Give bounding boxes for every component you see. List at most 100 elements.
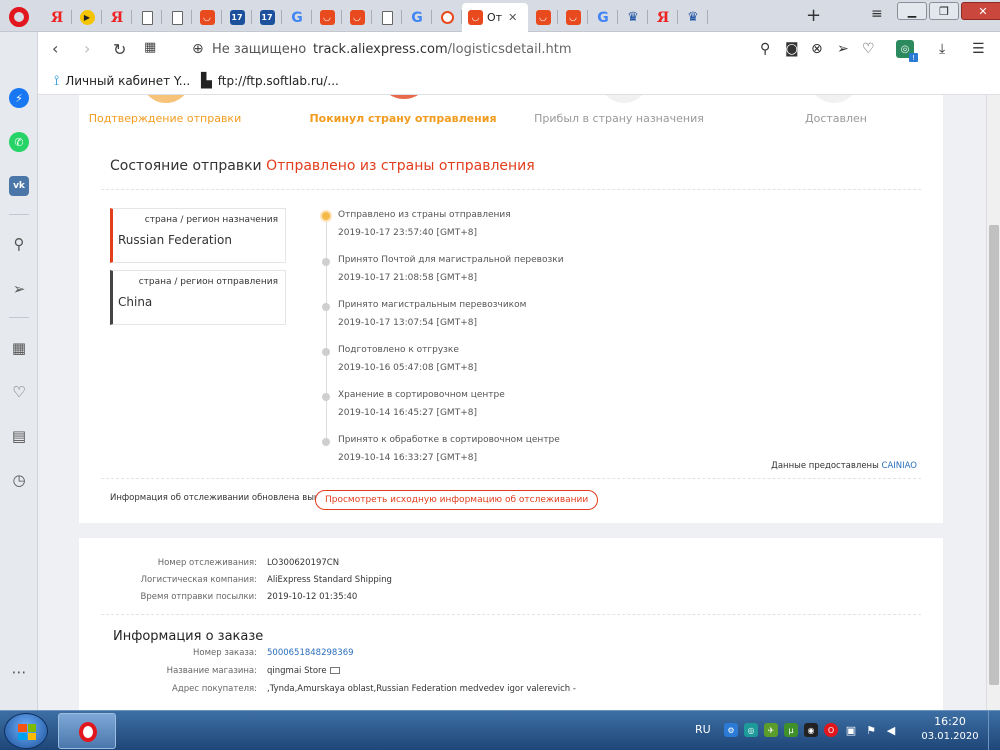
calendar-17-icon: 17 [259,10,275,25]
buyer-address-value: ,Tynda,Amurskaya oblast,Russian Federati… [267,684,576,694]
updater-icon[interactable]: ◎ [744,723,758,737]
browser-tab[interactable]: ◡ [528,3,558,32]
volume-icon[interactable]: ◀ [884,723,898,737]
new-tab-plus-icon[interactable]: + [806,5,821,26]
media-icon[interactable]: ◉ [804,723,818,737]
forward-icon[interactable]: › [84,39,90,58]
tracking-updated-text: Информация об отслеживании обновлена выш… [110,493,327,503]
order-number-link[interactable]: 5000651848298369 [267,648,354,658]
document-icon [141,10,153,25]
minimize-button[interactable]: ▁ [897,2,927,20]
provider-label: Данные предоставлены [771,461,879,471]
network-icon[interactable]: ▣ [844,723,858,737]
aliexpress-icon: ◡ [199,10,215,25]
taskbar-opera-button[interactable] [58,713,116,749]
page-scrollbar[interactable] [986,95,1000,710]
browser-tab[interactable] [432,3,462,32]
event-description: Хранение в сортировочном центре [338,390,505,400]
document-icon: ▙ [201,73,212,89]
messenger-icon[interactable]: ⚡ [9,88,29,108]
browser-tab[interactable]: G [588,3,618,32]
send-icon[interactable]: ➢ [837,41,849,57]
browser-tab[interactable]: ▶ [72,3,102,32]
reload-icon[interactable]: ↻ [113,40,126,59]
tab-menu-icon[interactable]: ≡ [871,6,883,22]
browser-tab[interactable] [372,3,402,32]
eagle-icon: ♛ [687,10,699,25]
opera-icon [79,722,97,742]
mail-icon[interactable] [329,667,340,674]
ad-block-icon[interactable]: ⊗ [811,41,823,57]
torrent-icon[interactable]: µ [784,723,798,737]
send-icon[interactable]: ➢ [9,279,29,299]
browser-tab[interactable]: G [282,3,312,32]
aliexpress-icon: ◡ [349,10,365,25]
provider-link[interactable]: CAINIAO [882,461,917,471]
network-settings-icon[interactable]: ⚙ [724,723,738,737]
browser-tab[interactable] [162,3,192,32]
camera-snapshot-icon[interactable]: ◙ [785,41,799,57]
sent-time-value: 2019-10-12 01:35:40 [267,592,358,602]
globe-icon[interactable]: ⊕ [192,41,204,57]
browser-tab[interactable]: Я [648,3,678,32]
scrollbar-thumb[interactable] [989,225,999,685]
active-browser-tab[interactable]: ◡ От ✕ [462,3,528,32]
details-card: Номер отслеживания: LO300620197CN Логист… [79,538,943,710]
speed-dial-icon[interactable]: ▦ [144,40,156,55]
url-field[interactable]: track.aliexpress.com/logisticsdetail.htm [313,42,572,57]
aliexpress-icon: ◡ [535,10,551,25]
browser-tab[interactable]: G [402,3,432,32]
bookmark-heart-icon[interactable]: ♡ [862,41,875,57]
page-search-icon[interactable]: ⚲ [760,41,770,57]
search-icon[interactable]: ⚲ [9,234,29,254]
eagle-icon: ♛ [627,10,639,25]
browser-tab[interactable]: ◡ [192,3,222,32]
back-icon[interactable]: ‹ [52,39,58,58]
browser-tab[interactable]: ◡ [558,3,588,32]
page-viewport: Подтверждение отправки Покинул страну от… [39,95,986,710]
browser-tab[interactable]: Я [102,3,132,32]
restore-button[interactable]: ❐ [929,2,959,20]
more-dots-icon[interactable]: ⋯ [9,662,29,682]
tray-app-icon[interactable]: ✈ [764,723,778,737]
speed-dial-icon[interactable]: ▦ [9,338,29,358]
opera-menu-icon[interactable] [9,7,29,27]
document-icon [171,10,183,25]
view-raw-tracking-button[interactable]: Просмотреть исходную информацию об отсле… [315,490,599,510]
download-icon[interactable]: ⤓ [939,41,945,57]
event-description: Принято Почтой для магистральной перевоз… [338,255,564,265]
order-number-label: Номер заказа: [193,648,257,658]
show-desktop-button[interactable] [988,711,1000,750]
event-description: Принято магистральным перевозчиком [338,300,527,310]
aliexpress-icon: ◡ [319,10,335,25]
bookmarks-heart-icon[interactable]: ♡ [9,382,29,402]
start-button[interactable] [4,713,48,749]
timeline-dot-icon [322,438,330,446]
easy-setup-icon[interactable]: ☰ [972,41,985,57]
not-secure-label[interactable]: Не защищено [212,42,306,57]
browser-tab[interactable]: Я [42,3,72,32]
google-icon: G [597,9,609,26]
bookmark-yota[interactable]: ⟟ Личный кабинет Y... [54,73,190,89]
system-clock[interactable]: 16:20 03.01.2020 [920,715,980,742]
extension-icon[interactable]: ◎! [896,40,918,62]
flag-icon[interactable]: ⚑ [864,723,878,737]
browser-tab[interactable]: ♛ [678,3,708,32]
bookmark-ftp[interactable]: ▙ ftp://ftp.softlab.ru/... [201,73,339,89]
clock-time: 16:20 [934,715,966,728]
history-clock-icon[interactable]: ◷ [9,470,29,490]
news-icon[interactable]: ▤ [9,426,29,446]
whatsapp-icon[interactable]: ✆ [9,132,29,152]
browser-tab[interactable]: 17 [252,3,282,32]
browser-tab[interactable]: ◡ [342,3,372,32]
browser-tab[interactable]: 17 [222,3,252,32]
tab-close-icon[interactable]: ✕ [508,11,517,24]
browser-tab[interactable]: ◡ [312,3,342,32]
browser-tab[interactable] [132,3,162,32]
opera-tray-icon[interactable]: O [824,723,838,737]
close-window-button[interactable]: ✕ [961,2,1000,20]
language-indicator[interactable]: RU [695,723,711,736]
event-description: Принято к обработке в сортировочном цент… [338,435,560,445]
vk-icon[interactable]: vk [9,176,29,196]
browser-tab[interactable]: ♛ [618,3,648,32]
